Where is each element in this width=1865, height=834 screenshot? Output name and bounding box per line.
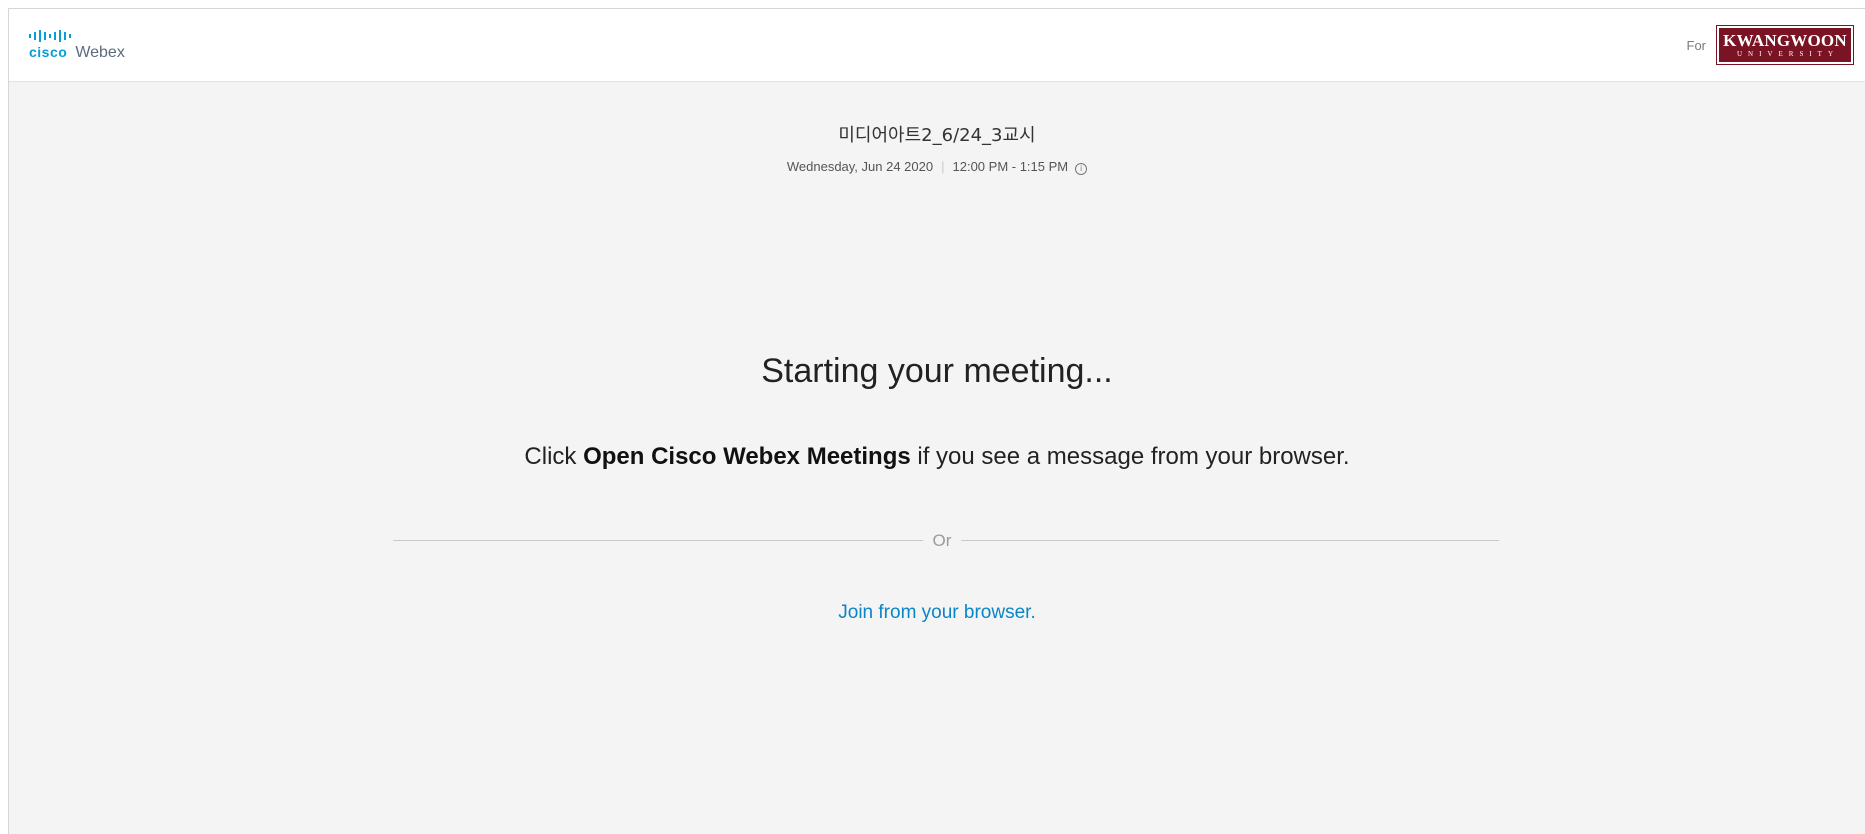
divider-line-left [393,540,923,541]
meeting-datetime: Wednesday, Jun 24 2020 | 12:00 PM - 1:15 P… [9,159,1865,175]
cisco-wordmark: cisco [29,44,68,60]
meeting-title: 미디어아트2_6/24_3교시 [838,125,1036,146]
webex-wordmark: Webex [75,44,125,61]
join-from-browser-link[interactable]: Join from your browser. [838,602,1035,623]
instruction-text: Click Open Cisco Webex Meetings if you s… [9,443,1865,471]
kwangwoon-university-logo: KWANGWOON UNIVERSITY [1716,25,1854,65]
or-divider: Or [393,532,1499,549]
info-icon[interactable]: i [1075,163,1088,175]
instruction-prefix: Click [524,443,584,470]
meeting-time: 12:00 PM - 1:15 PM [952,159,1069,174]
instruction-suffix: if you see a message from your browser. [910,443,1350,470]
meeting-date: Wednesday, Jun 24 2020 [786,159,934,174]
kw-logo-sub: UNIVERSITY [1737,49,1839,58]
cisco-bars-icon [29,29,125,43]
organization-branding: For KWANGWOON UNIVERSITY [1686,25,1854,65]
divider-label: Or [932,531,952,550]
instruction-app-name: Open Cisco Webex Meetings [583,443,911,470]
browser-page: cisco Webex For KWANGWOON UNIVERSITY 미디어… [8,8,1865,834]
status-heading: Starting your meeting... [761,352,1113,390]
meta-separator: | [941,159,945,174]
top-header: cisco Webex For KWANGWOON UNIVERSITY [9,9,1865,82]
kw-logo-name: KWANGWOON [1723,30,1847,50]
for-label: For [1686,37,1707,53]
divider-line-right [961,540,1499,541]
cisco-webex-logo[interactable]: cisco Webex [29,29,125,65]
